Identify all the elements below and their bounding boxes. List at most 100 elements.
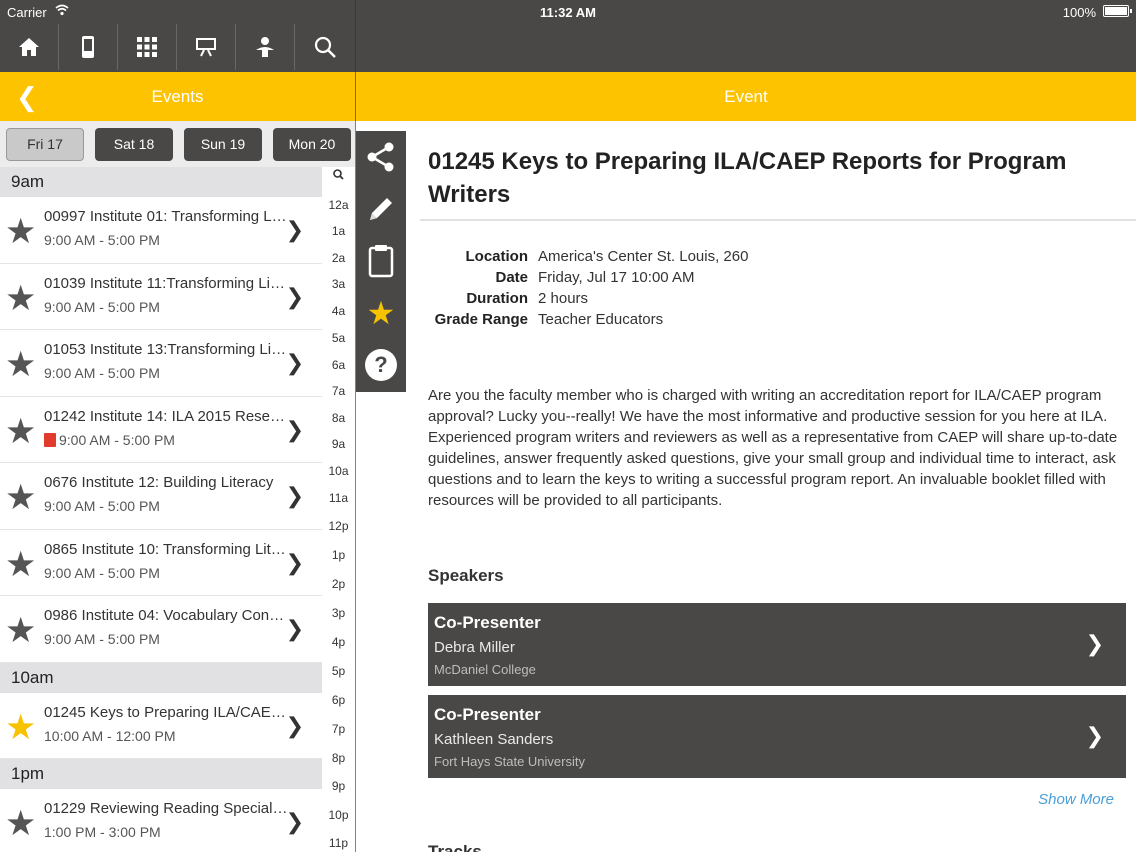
time-index-item[interactable]: 11a bbox=[322, 491, 355, 505]
time-index-item[interactable]: 7a bbox=[322, 384, 355, 398]
meta-date: Date Friday, Jul 17 10:00 AM bbox=[430, 269, 748, 290]
event-time: 9:00 AM - 5:00 PM bbox=[44, 232, 160, 248]
time-index-item[interactable]: 3a bbox=[322, 277, 355, 291]
favorite-star-icon[interactable]: ★ bbox=[356, 287, 406, 339]
star-icon[interactable]: ★ bbox=[5, 547, 36, 582]
time-index-item[interactable]: 7p bbox=[322, 722, 355, 736]
grid-icon[interactable] bbox=[118, 24, 177, 70]
chevron-right-icon: ❯ bbox=[1085, 631, 1104, 656]
time-index-item[interactable]: 10p bbox=[322, 808, 355, 822]
clipboard-icon[interactable] bbox=[356, 235, 406, 287]
speaker-role: Co-Presenter bbox=[434, 705, 541, 724]
speaker-name: Kathleen Sanders bbox=[434, 731, 554, 748]
chevron-right-icon: ❯ bbox=[285, 616, 304, 641]
event-meta: Location America's Center St. Louis, 260… bbox=[430, 248, 749, 332]
time-index-item[interactable]: 11p bbox=[322, 836, 355, 850]
list-item[interactable]: ★ 01053 Institute 13:Transforming Litera… bbox=[0, 330, 322, 397]
meta-value: Teacher Educators bbox=[538, 311, 664, 328]
list-item[interactable]: ★ 01039 Institute 11:Transforming Litera… bbox=[0, 264, 322, 330]
chevron-right-icon: ❯ bbox=[285, 809, 304, 834]
event-title: 00997 Institute 01: Transforming Learnin… bbox=[44, 208, 289, 225]
tab-sun-19[interactable]: Sun 19 bbox=[184, 127, 262, 161]
time-index-item[interactable]: 2a bbox=[322, 251, 355, 265]
star-icon[interactable]: ★ bbox=[5, 414, 36, 449]
chevron-right-icon: ❯ bbox=[285, 416, 304, 442]
list-item[interactable]: ★ 01229 Reviewing Reading Specialists 1:… bbox=[0, 789, 322, 852]
time-index-item[interactable]: 5p bbox=[322, 664, 355, 678]
meta-value: Friday, Jul 17 10:00 AM bbox=[538, 269, 695, 286]
time-index-item[interactable]: 4a bbox=[322, 304, 355, 318]
section-header: 10am bbox=[0, 662, 322, 693]
meta-duration: Duration 2 hours bbox=[430, 290, 748, 311]
person-icon[interactable] bbox=[236, 24, 295, 70]
nav-toolbar bbox=[0, 24, 355, 70]
search-icon[interactable] bbox=[295, 24, 354, 70]
list-item[interactable]: ★ 00997 Institute 01: Transforming Learn… bbox=[0, 197, 322, 264]
tab-fri-17[interactable]: Fri 17 bbox=[6, 127, 84, 161]
top-bar: Carrier 11:32 AM 100% bbox=[0, 0, 1136, 72]
time-index-item[interactable]: 5a bbox=[322, 331, 355, 345]
list-item[interactable]: ★ 0865 Institute 10: Transforming Litera… bbox=[0, 530, 322, 596]
next-section-heading: Tracks bbox=[428, 842, 482, 852]
time-index-item[interactable]: 1p bbox=[322, 548, 355, 562]
event-title: 01245 Keys to Preparing ILA/CAEP Reports bbox=[44, 703, 289, 721]
list-item[interactable]: ★ 01245 Keys to Preparing ILA/CAEP Repor… bbox=[0, 693, 322, 759]
speaker-card[interactable]: Co-Presenter Debra Miller McDaniel Colle… bbox=[428, 603, 1126, 686]
event-title: 0865 Institute 10: Transforming Literacy bbox=[44, 540, 289, 558]
device-icon[interactable] bbox=[59, 24, 118, 70]
battery-percent: 100% bbox=[1062, 5, 1096, 20]
list-item[interactable]: ★ 01242 Institute 14: ILA 2015 Research … bbox=[0, 397, 322, 463]
time-index-item[interactable]: 10a bbox=[322, 464, 355, 478]
star-icon[interactable]: ★ bbox=[5, 806, 36, 841]
home-icon[interactable] bbox=[0, 24, 59, 70]
time-index-item[interactable]: 8a bbox=[322, 411, 355, 425]
time-index-item[interactable]: 2p bbox=[322, 577, 355, 591]
events-panel: Fri 17 Sat 18 Sun 19 Mon 20 9am ★ 00997 … bbox=[0, 121, 355, 852]
index-search-icon[interactable] bbox=[322, 169, 355, 183]
star-icon[interactable]: ★ bbox=[5, 214, 36, 249]
time-index-item[interactable]: 1a bbox=[322, 224, 355, 238]
time-index-item[interactable]: 12a bbox=[322, 198, 355, 212]
time-index-item[interactable]: 6p bbox=[322, 693, 355, 707]
status-bar: Carrier 11:32 AM 100% bbox=[0, 0, 1136, 24]
time-index-item[interactable]: 8p bbox=[322, 751, 355, 765]
time-index-item[interactable]: 6a bbox=[322, 358, 355, 372]
tab-mon-20[interactable]: Mon 20 bbox=[273, 127, 351, 161]
chevron-right-icon: ❯ bbox=[285, 483, 304, 508]
star-icon[interactable]: ★ bbox=[5, 480, 36, 515]
event-time: 10:00 AM - 12:00 PM bbox=[44, 727, 176, 744]
meta-key: Grade Range bbox=[434, 311, 528, 328]
chevron-right-icon: ❯ bbox=[285, 283, 304, 309]
list-item[interactable]: ★ 0986 Institute 04: Vocabulary Connecti… bbox=[0, 596, 322, 663]
presentation-icon[interactable] bbox=[177, 24, 236, 70]
speakers-heading: Speakers bbox=[428, 566, 504, 585]
speaker-card[interactable]: Co-Presenter Kathleen Sanders Fort Hays … bbox=[428, 695, 1126, 778]
time-index-item[interactable]: 4p bbox=[322, 635, 355, 649]
chevron-right-icon: ❯ bbox=[285, 549, 304, 575]
event-title: 01053 Institute 13:Transforming Literacy bbox=[44, 341, 289, 358]
speaker-org: McDaniel College bbox=[434, 662, 536, 677]
pencil-icon[interactable] bbox=[356, 183, 406, 235]
time-index-item[interactable]: 12p bbox=[322, 519, 355, 533]
tab-sat-18[interactable]: Sat 18 bbox=[95, 127, 173, 161]
star-icon[interactable]: ★ bbox=[5, 347, 36, 382]
title-divider bbox=[420, 219, 1136, 221]
share-icon[interactable] bbox=[356, 131, 406, 183]
star-filled-icon[interactable]: ★ bbox=[5, 710, 36, 745]
time-index: 12a 1a 2a 3a 4a 5a 6a 7a 8a 9a 10a 11a 1… bbox=[322, 167, 355, 852]
meta-location: Location America's Center St. Louis, 260 bbox=[430, 248, 749, 269]
meta-grade-range: Grade Range Teacher Educators bbox=[430, 311, 748, 332]
time-index-item[interactable]: 9p bbox=[322, 779, 355, 793]
star-icon[interactable]: ★ bbox=[5, 281, 36, 316]
show-more-link[interactable]: Show More bbox=[1038, 791, 1114, 808]
event-time: 1:00 PM - 3:00 PM bbox=[44, 824, 161, 840]
time-index-item[interactable]: 9a bbox=[322, 437, 355, 451]
star-icon[interactable]: ★ bbox=[5, 613, 36, 648]
event-time: 9:00 AM - 5:00 PM bbox=[59, 431, 175, 448]
time-index-item[interactable]: 3p bbox=[322, 606, 355, 620]
speaker-org: Fort Hays State University bbox=[434, 754, 585, 769]
events-list: 9am ★ 00997 Institute 01: Transforming L… bbox=[0, 167, 322, 852]
list-item[interactable]: ★ 0676 Institute 12: Building Literacy 9… bbox=[0, 463, 322, 530]
clock: 11:32 AM bbox=[540, 5, 596, 20]
help-icon[interactable]: ? bbox=[356, 339, 406, 391]
